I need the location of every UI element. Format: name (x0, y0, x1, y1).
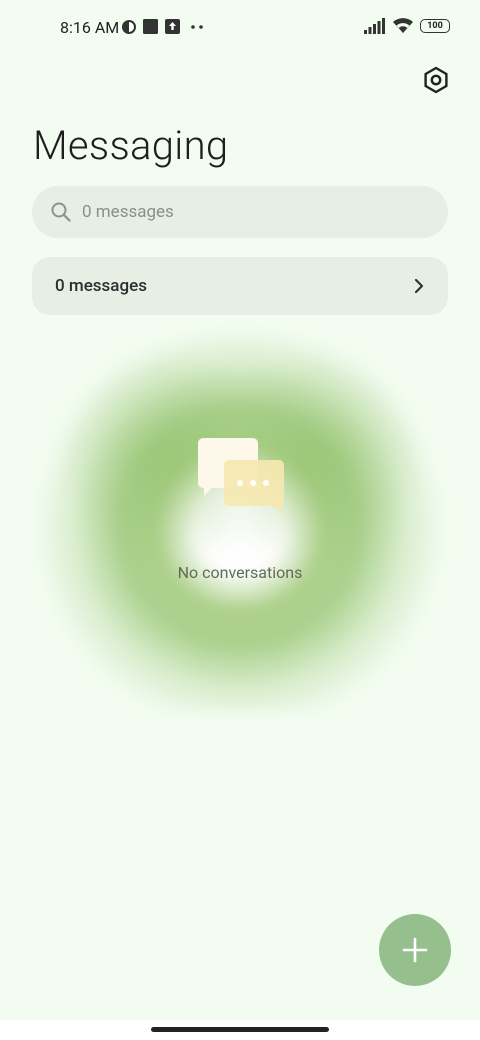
search-placeholder: 0 messages (82, 202, 174, 222)
new-conversation-button[interactable] (379, 914, 451, 986)
search-icon (51, 202, 71, 222)
plus-icon (402, 937, 428, 963)
status-app-icon (122, 20, 136, 34)
settings-hex-icon[interactable] (422, 66, 450, 94)
home-indicator[interactable] (151, 1027, 329, 1032)
chat-bubbles-icon (198, 438, 284, 514)
summary-label: 0 messages (55, 276, 147, 296)
page-title: Messaging (33, 122, 229, 169)
status-right: 100 (364, 17, 450, 34)
status-more-icon (191, 25, 203, 29)
status-bar: 8:16 AM 100 (0, 0, 480, 56)
signal-icon (364, 17, 385, 34)
battery-indicator: 100 (420, 18, 450, 33)
wifi-icon (393, 18, 413, 33)
screen: 8:16 AM 100 Messaging 0 messages 0 messa… (0, 0, 480, 1020)
status-square-icon (143, 19, 158, 34)
status-upload-icon (165, 19, 180, 34)
search-bar[interactable]: 0 messages (32, 186, 448, 238)
messages-summary-row[interactable]: 0 messages (32, 257, 448, 315)
empty-state-text: No conversations (177, 563, 303, 582)
chevron-right-icon (414, 278, 424, 294)
status-time: 8:16 AM (60, 18, 120, 37)
